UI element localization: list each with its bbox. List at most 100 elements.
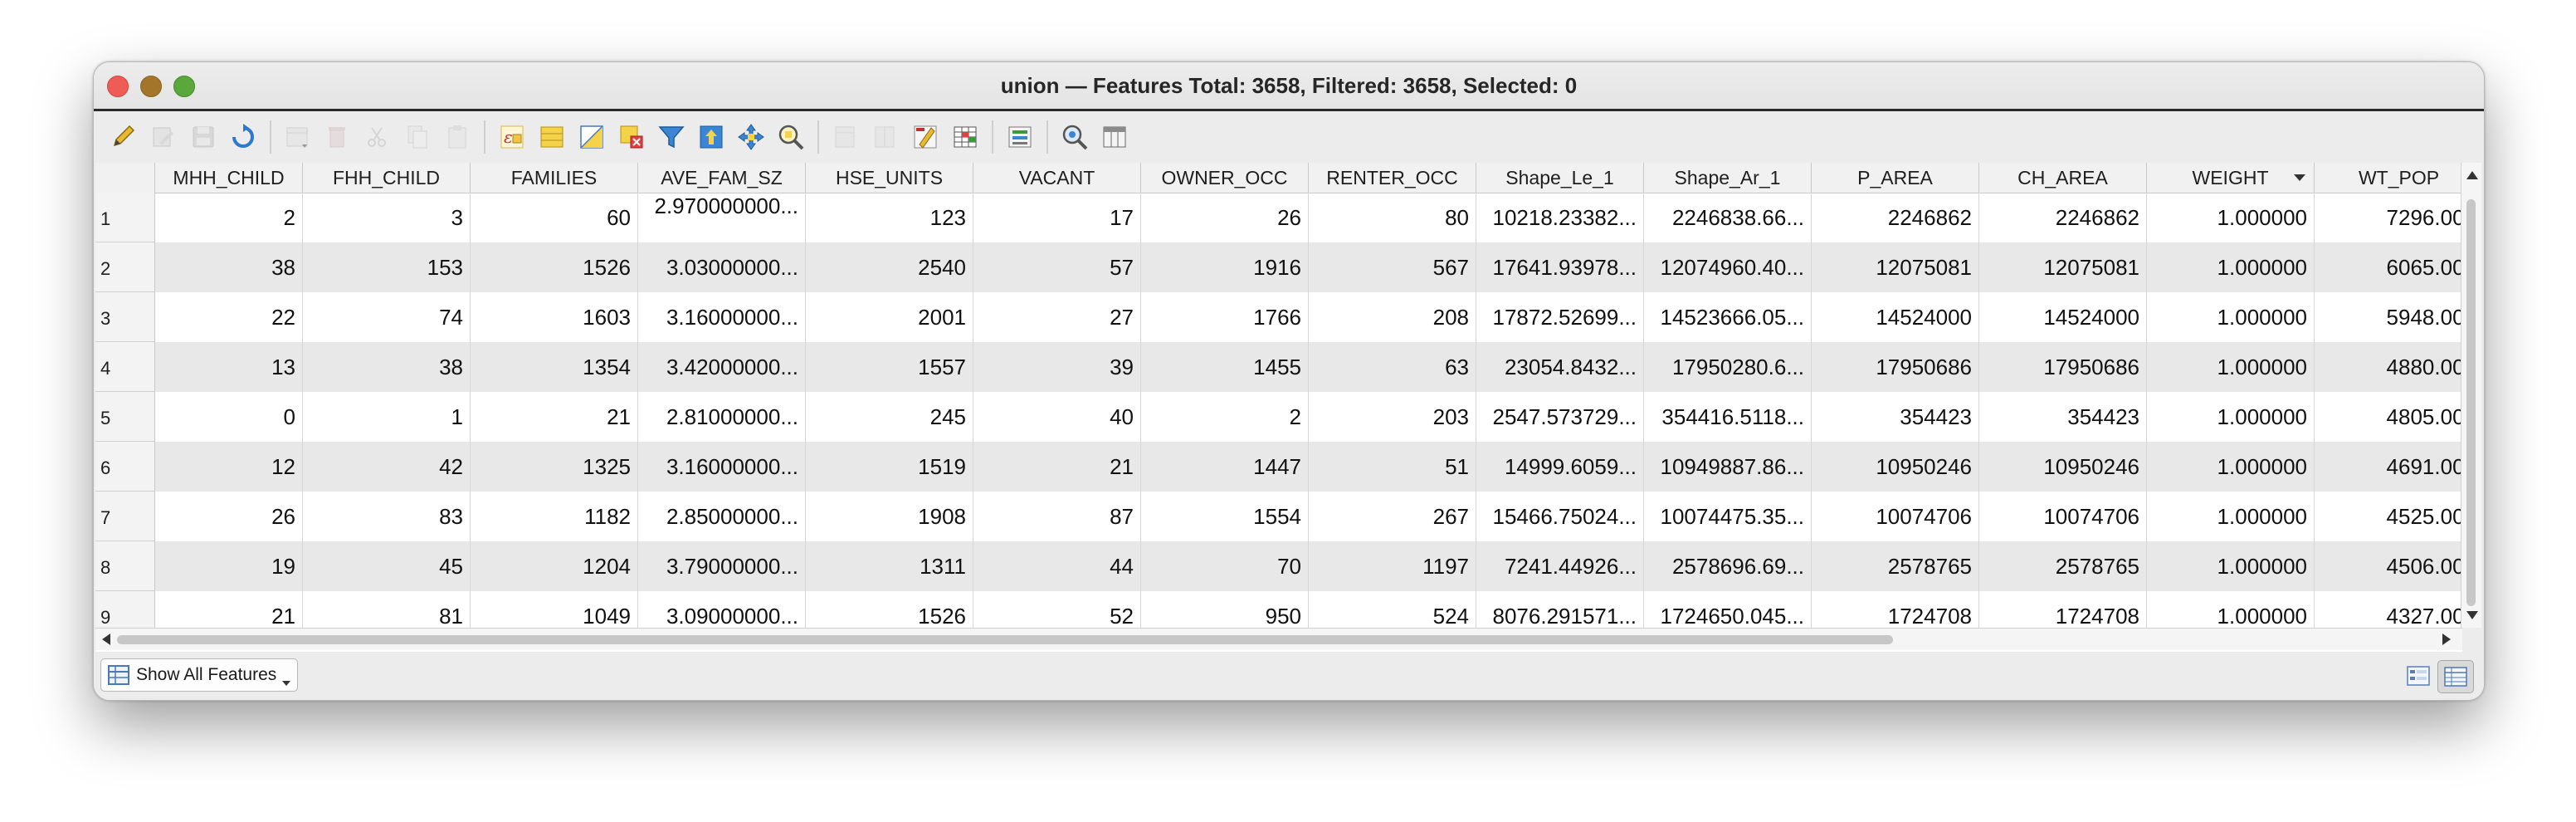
corner-header[interactable] <box>95 163 155 193</box>
table-cell[interactable]: 17641.93978... <box>1476 242 1644 292</box>
table-cell[interactable]: 354423 <box>1979 392 2147 442</box>
zoom-to-selection-button[interactable] <box>771 117 811 157</box>
vertical-scrollbar[interactable] <box>2461 163 2481 628</box>
row-header[interactable]: 4 <box>95 342 155 392</box>
table-cell[interactable]: 42 <box>303 442 471 492</box>
table-cell[interactable]: 70 <box>1141 541 1309 591</box>
reload-button[interactable] <box>223 117 263 157</box>
table-cell[interactable]: 1.000000 <box>2147 342 2315 392</box>
row-header[interactable]: 7 <box>95 492 155 541</box>
table-cell[interactable]: 5948.000 <box>2315 292 2462 342</box>
copy-button[interactable] <box>398 117 437 157</box>
table-cell[interactable]: 12074960.40... <box>1644 242 1812 292</box>
table-cell[interactable]: 17950686 <box>1812 342 1979 392</box>
table-cell[interactable]: 1197 <box>1309 541 1476 591</box>
table-cell[interactable]: 2.970000000... <box>638 193 806 242</box>
table-cell[interactable]: 80 <box>1309 193 1476 242</box>
table-cell[interactable]: 4506.000 <box>2315 541 2462 591</box>
table-cell[interactable]: 14999.6059... <box>1476 442 1644 492</box>
select-all-button[interactable] <box>532 117 572 157</box>
table-cell[interactable]: 1557 <box>806 342 973 392</box>
new-field-button[interactable] <box>826 117 866 157</box>
table-cell[interactable]: 4691.000 <box>2315 442 2462 492</box>
table-cell[interactable]: 60 <box>471 193 638 242</box>
field-calculator-button[interactable] <box>905 117 945 157</box>
table-cell[interactable]: 2246862 <box>1812 193 1979 242</box>
table-cell[interactable]: 7296.000 <box>2315 193 2462 242</box>
column-header-weight[interactable]: WEIGHT <box>2147 163 2315 193</box>
table-cell[interactable]: 3.03000000... <box>638 242 806 292</box>
table-cell[interactable]: 19 <box>155 541 303 591</box>
table-row[interactable]: 2 38 153 1526 3.03000000... 2540 57 1916 567 1764… <box>95 242 2462 292</box>
scroll-up-arrow-icon[interactable] <box>2466 171 2478 179</box>
actions-button[interactable] <box>1000 117 1040 157</box>
show-all-features-button[interactable]: Show All Features <box>100 658 298 692</box>
dock-button[interactable] <box>1055 117 1095 157</box>
table-cell[interactable]: 208 <box>1309 292 1476 342</box>
table-cell[interactable]: 83 <box>303 492 471 541</box>
table-cell[interactable]: 1519 <box>806 442 973 492</box>
table-cell[interactable]: 63 <box>1309 342 1476 392</box>
row-header[interactable]: 1 <box>95 193 155 242</box>
table-cell[interactable]: 40 <box>973 392 1141 442</box>
table-cell[interactable]: 14523666.05... <box>1644 292 1812 342</box>
table-cell[interactable]: 13 <box>155 342 303 392</box>
pan-to-selection-button[interactable] <box>731 117 771 157</box>
table-cell[interactable]: 74 <box>303 292 471 342</box>
table-cell[interactable]: 12075081 <box>1979 242 2147 292</box>
cut-button[interactable] <box>358 117 398 157</box>
table-cell[interactable]: 17950686 <box>1979 342 2147 392</box>
column-header-wt-pop[interactable]: WT_POP <box>2315 163 2462 193</box>
scroll-right-arrow-icon[interactable] <box>2442 634 2451 645</box>
row-header[interactable]: 5 <box>95 392 155 442</box>
table-cell[interactable]: 14524000 <box>1812 292 1979 342</box>
table-cell[interactable]: 26 <box>1141 193 1309 242</box>
table-cell[interactable]: 354423 <box>1812 392 1979 442</box>
table-cell[interactable]: 3.16000000... <box>638 292 806 342</box>
table-cell[interactable]: 153 <box>303 242 471 292</box>
table-cell[interactable]: 39 <box>973 342 1141 392</box>
table-cell[interactable]: 3.16000000... <box>638 442 806 492</box>
table-cell[interactable]: 17950280.6... <box>1644 342 1812 392</box>
table-cell[interactable]: 57 <box>973 242 1141 292</box>
table-cell[interactable]: 2001 <box>806 292 973 342</box>
table-cell[interactable]: 10074475.35... <box>1644 492 1812 541</box>
column-header-renter-occ[interactable]: RENTER_OCC <box>1309 163 1476 193</box>
table-cell[interactable]: 14524000 <box>1979 292 2147 342</box>
table-cell[interactable]: 51 <box>1309 442 1476 492</box>
table-cell[interactable]: 10074706 <box>1979 492 2147 541</box>
table-cell[interactable]: 567 <box>1309 242 1476 292</box>
table-cell[interactable]: 1.000000 <box>2147 492 2315 541</box>
column-header-shape-ar-1[interactable]: Shape_Ar_1 <box>1644 163 1812 193</box>
table-cell[interactable]: 2 <box>155 193 303 242</box>
table-row[interactable]: 1 2 3 60 2.970000000... 123 17 26 80 10218.23382.… <box>95 193 2462 242</box>
table-cell[interactable]: 38 <box>303 342 471 392</box>
column-header-families[interactable]: FAMILIES <box>471 163 638 193</box>
table-cell[interactable]: 10950246 <box>1812 442 1979 492</box>
table-cell[interactable]: 17 <box>973 193 1141 242</box>
table-cell[interactable]: 17872.52699... <box>1476 292 1644 342</box>
select-expression-button[interactable]: ε <box>492 117 532 157</box>
edit-multiple-button[interactable] <box>144 117 183 157</box>
table-cell[interactable]: 38 <box>155 242 303 292</box>
table-row[interactable]: 8 19 45 1204 3.79000000... 1311 44 70 1197 7241.4… <box>95 541 2462 591</box>
table-cell[interactable]: 1554 <box>1141 492 1309 541</box>
table-cell[interactable]: 23054.8432... <box>1476 342 1644 392</box>
table-cell[interactable]: 3.42000000... <box>638 342 806 392</box>
paste-button[interactable] <box>437 117 477 157</box>
save-button[interactable] <box>183 117 223 157</box>
table-row[interactable]: 3 22 74 1603 3.16000000... 2001 27 1766 208 17872… <box>95 292 2462 342</box>
table-row[interactable]: 4 13 38 1354 3.42000000... 1557 39 1455 63 23054.… <box>95 342 2462 392</box>
table-cell[interactable]: 267 <box>1309 492 1476 541</box>
pencil-button[interactable] <box>104 117 144 157</box>
table-cell[interactable]: 1.000000 <box>2147 292 2315 342</box>
row-header[interactable]: 3 <box>95 292 155 342</box>
table-cell[interactable]: 4805.000 <box>2315 392 2462 442</box>
table-cell[interactable]: 2578765 <box>1812 541 1979 591</box>
row-header[interactable]: 8 <box>95 541 155 591</box>
horizontal-scrollbar[interactable] <box>95 628 2462 650</box>
table-cell[interactable]: 1.000000 <box>2147 242 2315 292</box>
table-cell[interactable]: 1.000000 <box>2147 442 2315 492</box>
table-cell[interactable]: 2.81000000... <box>638 392 806 442</box>
table-cell[interactable]: 3.79000000... <box>638 541 806 591</box>
